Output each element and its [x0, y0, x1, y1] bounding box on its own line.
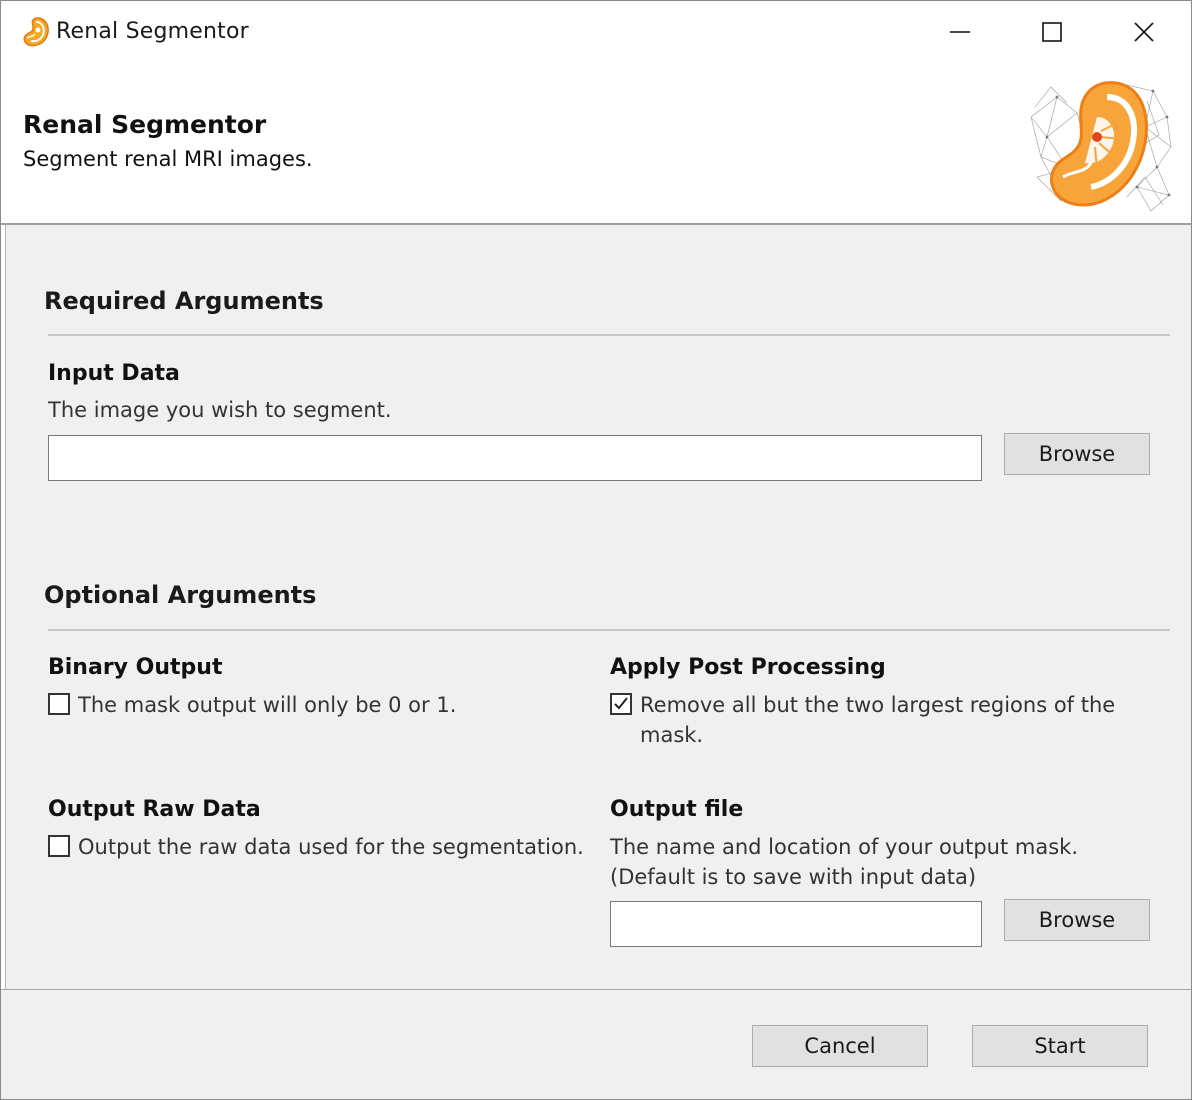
raw-data-label: Output Raw Data: [48, 797, 261, 822]
section-divider: [48, 334, 1170, 336]
banner-subtitle: Segment renal MRI images.: [23, 147, 313, 171]
output-file-label: Output file: [610, 797, 744, 822]
post-processing-label: Apply Post Processing: [610, 655, 886, 680]
app-window: Renal Segmentor Renal Segmentor Segment …: [0, 0, 1192, 1100]
banner-title: Renal Segmentor: [23, 110, 267, 139]
window-title: Renal Segmentor: [56, 19, 249, 44]
maximize-button[interactable]: [1006, 1, 1098, 63]
output-file-description-line1: The name and location of your output mas…: [610, 835, 1078, 859]
post-processing-text-line2: mask.: [640, 723, 704, 747]
binary-output-checkbox[interactable]: [48, 693, 70, 715]
post-processing-checkbox[interactable]: [610, 693, 632, 715]
raw-data-option[interactable]: Output the raw data used for the segment…: [48, 832, 588, 862]
maximize-icon: [1042, 22, 1062, 42]
required-arguments-title: Required Arguments: [44, 287, 324, 315]
raw-data-text: Output the raw data used for the segment…: [78, 835, 584, 859]
arguments-panel: Required Arguments Input Data The image …: [5, 225, 1191, 989]
output-file-description-line2: (Default is to save with input data): [610, 865, 977, 889]
close-icon: [1134, 22, 1154, 42]
binary-output-text: The mask output will only be 0 or 1.: [78, 693, 457, 717]
input-data-description: The image you wish to segment.: [48, 398, 392, 422]
start-button[interactable]: Start: [972, 1025, 1148, 1067]
kidney-logo-icon: [1027, 77, 1173, 215]
close-button[interactable]: [1098, 1, 1190, 63]
section-divider: [48, 629, 1170, 631]
raw-data-checkbox[interactable]: [48, 835, 70, 857]
optional-arguments-title: Optional Arguments: [44, 581, 317, 609]
input-data-field[interactable]: [48, 435, 982, 481]
checkmark-icon: [614, 697, 628, 710]
post-processing-option[interactable]: Remove all but the two largest regions o…: [610, 690, 1150, 750]
post-processing-text-line1: Remove all but the two largest regions o…: [640, 693, 1116, 717]
binary-output-option[interactable]: The mask output will only be 0 or 1.: [48, 690, 568, 720]
output-file-field[interactable]: [610, 901, 982, 947]
kidney-icon: [21, 16, 51, 48]
title-bar[interactable]: Renal Segmentor: [1, 1, 1191, 63]
minimize-button[interactable]: [914, 1, 1006, 63]
footer-bar: Cancel Start: [1, 990, 1191, 1099]
minimize-icon: [950, 31, 970, 33]
header-banner: Renal Segmentor Segment renal MRI images…: [1, 63, 1191, 223]
binary-output-label: Binary Output: [48, 655, 223, 680]
output-file-browse-button[interactable]: Browse: [1004, 899, 1150, 941]
input-data-browse-button[interactable]: Browse: [1004, 433, 1150, 475]
input-data-label: Input Data: [48, 361, 180, 386]
cancel-button[interactable]: Cancel: [752, 1025, 928, 1067]
